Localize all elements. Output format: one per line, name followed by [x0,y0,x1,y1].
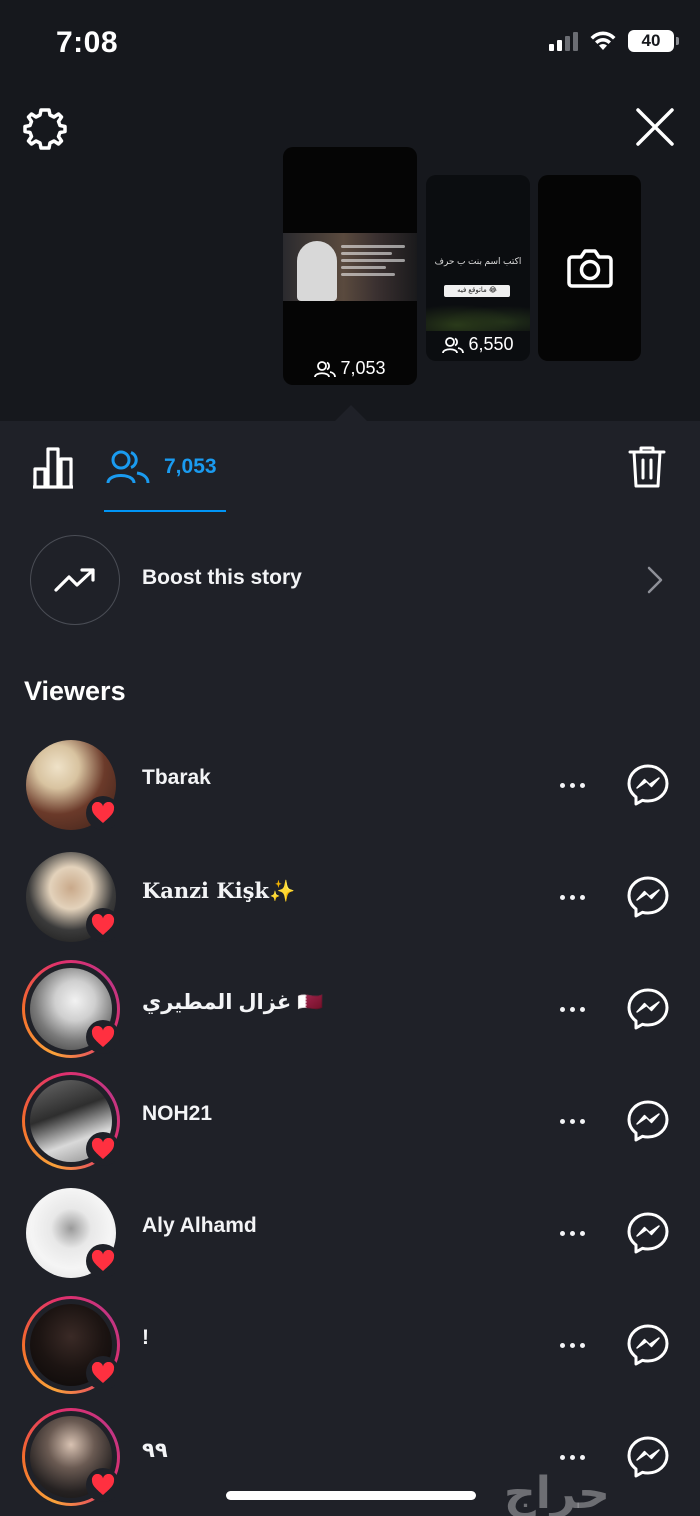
story-view-count: 7,053 [283,358,417,379]
active-tab-underline [104,510,226,512]
story-preview-header: 7:08 40 7,053 اكتب اسم بنت ب حرف ماتوقع … [0,0,700,421]
liked-heart-icon [86,796,120,830]
add-story-camera-button[interactable] [538,175,641,361]
avatar[interactable] [22,736,120,834]
more-options-icon[interactable] [552,994,592,1024]
avatar-with-story-ring[interactable] [22,960,120,1058]
messenger-icon[interactable] [626,987,670,1031]
viewer-name[interactable]: غزال المطيري 🇶🇦 [142,990,323,1015]
home-indicator[interactable] [226,1491,476,1500]
people-icon [314,360,337,377]
wifi-icon [590,31,616,50]
viewer-name[interactable]: Tbarak [142,766,211,790]
viewer-name[interactable]: ٩٩ [142,1438,168,1463]
watermark-logo: حراج [504,1468,610,1516]
battery-indicator: 40 [628,30,679,52]
viewer-row[interactable]: NOH21 [0,1072,700,1184]
story-caption: اكتب اسم بنت ب حرف [434,256,522,266]
avatar[interactable] [22,1184,120,1282]
liked-heart-icon [86,1020,120,1054]
messenger-icon[interactable] [626,1211,670,1255]
viewers-tab[interactable]: 7,053 [104,421,226,513]
people-icon [442,336,465,353]
messenger-icon[interactable] [626,1323,670,1367]
avatar-with-story-ring[interactable] [22,1296,120,1394]
avatar-with-story-ring[interactable] [22,1408,120,1506]
selected-story-pointer [335,405,367,421]
insights-chart-icon[interactable] [30,445,76,489]
status-time: 7:08 [56,26,119,59]
viewer-row[interactable]: غزال المطيري 🇶🇦 [0,960,700,1072]
viewer-row[interactable]: Tbarak [0,736,700,848]
viewer-row[interactable]: Aly Alhamd [0,1184,700,1296]
delete-trash-icon[interactable] [628,445,666,489]
liked-heart-icon [86,1468,120,1502]
camera-icon [567,249,613,288]
liked-heart-icon [86,1356,120,1390]
viewers-tab-count: 7,053 [164,455,217,478]
story-thumbnail-selected[interactable]: 7,053 [283,147,417,385]
boost-icon-circle [30,535,120,625]
avatar-with-story-ring[interactable] [22,1072,120,1170]
avatar[interactable] [22,848,120,946]
liked-heart-icon [86,1244,120,1278]
insights-tabs: 7,053 [0,421,700,513]
settings-gear-icon[interactable] [22,106,68,152]
cellular-signal-icon [549,31,578,51]
status-icons: 40 [549,30,679,52]
liked-heart-icon [86,908,120,942]
more-options-icon[interactable] [552,1106,592,1136]
chevron-right-icon [647,566,663,594]
more-options-icon[interactable] [552,770,592,800]
messenger-icon[interactable] [626,875,670,919]
story-view-count: 6,550 [426,334,530,355]
messenger-icon[interactable] [626,1099,670,1143]
trending-up-icon [54,568,95,592]
story-thumbnail[interactable]: اكتب اسم بنت ب حرف ماتوقع فيه 😂 6,550 [426,175,530,361]
story-sticker: ماتوقع فيه 😂 [444,285,510,297]
more-options-icon[interactable] [552,882,592,912]
story-image [283,233,417,301]
messenger-icon[interactable] [626,1435,670,1479]
viewer-row[interactable]: ! [0,1296,700,1408]
boost-label: Boost this story [142,566,302,589]
more-options-icon[interactable] [552,1218,592,1248]
more-options-icon[interactable] [552,1330,592,1360]
story-view-count-text: 6,550 [468,334,514,354]
viewer-name[interactable]: ! [142,1326,149,1350]
viewer-name[interactable]: Kanzi Kişk✨ [142,878,295,904]
viewer-name[interactable]: NOH21 [142,1102,212,1126]
boost-story-row[interactable]: Boost this story [0,533,700,625]
messenger-icon[interactable] [626,763,670,807]
viewer-row[interactable]: Kanzi Kişk✨ [0,848,700,960]
close-icon[interactable] [634,106,676,148]
story-view-count-text: 7,053 [340,358,386,378]
liked-heart-icon [86,1132,120,1166]
viewers-heading: Viewers [24,676,126,706]
viewers-people-icon [106,450,150,484]
viewer-name[interactable]: Aly Alhamd [142,1214,257,1238]
